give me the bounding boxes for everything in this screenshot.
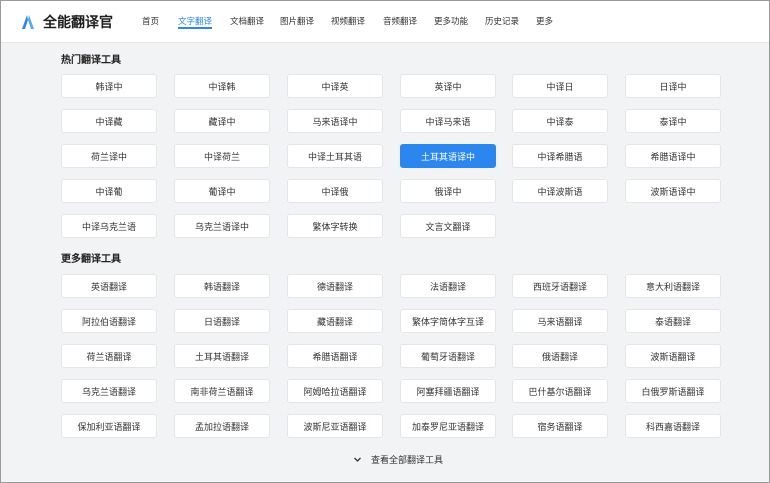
hot-tool-button-9[interactable]: 马来语译中 <box>287 109 383 133</box>
nav-item-8[interactable]: 历史记录 <box>485 15 519 27</box>
hot-tool-button-8[interactable]: 藏译中 <box>174 109 270 133</box>
nav-item-6[interactable]: 音频翻译 <box>383 15 417 27</box>
hot-tool-button-25[interactable]: 中译乌克兰语 <box>61 214 157 238</box>
more-tool-button-4[interactable]: 法语翻译 <box>400 274 496 298</box>
hot-tools-title: 热门翻译工具 <box>61 55 121 66</box>
more-tool-button-1[interactable]: 英语翻译 <box>61 274 157 298</box>
hot-tool-button-11[interactable]: 中译泰 <box>512 109 608 133</box>
more-tool-button-15[interactable]: 希腊语翻译 <box>287 344 383 368</box>
more-tool-button-10[interactable]: 繁体字简体字互译 <box>400 309 496 333</box>
more-tool-button-8[interactable]: 日语翻译 <box>174 309 270 333</box>
nav-item-1[interactable]: 首页 <box>142 15 159 27</box>
more-tool-button-14[interactable]: 土耳其语翻译 <box>174 344 270 368</box>
nav-item-5[interactable]: 视频翻译 <box>331 15 365 27</box>
chevron-down-icon <box>354 457 361 462</box>
view-all-tools-label: 查看全部翻译工具 <box>371 455 444 466</box>
more-tool-button-18[interactable]: 波斯语翻译 <box>625 344 721 368</box>
more-tool-button-25[interactable]: 保加利亚语翻译 <box>61 414 157 438</box>
hot-tool-button-3[interactable]: 中译英 <box>287 74 383 98</box>
hot-tool-button-28[interactable]: 文言文翻译 <box>400 214 496 238</box>
hot-tool-button-22[interactable]: 俄译中 <box>400 179 496 203</box>
hot-tool-button-27[interactable]: 繁体字转换 <box>287 214 383 238</box>
more-tool-button-7[interactable]: 阿拉伯语翻译 <box>61 309 157 333</box>
more-tool-button-27[interactable]: 波斯尼亚语翻译 <box>287 414 383 438</box>
hot-tool-button-7[interactable]: 中译藏 <box>61 109 157 133</box>
hot-tool-button-26[interactable]: 乌克兰语译中 <box>174 214 270 238</box>
more-tool-button-22[interactable]: 阿塞拜疆语翻译 <box>400 379 496 403</box>
top-navigation-bar: 全能翻译官 首页 文字翻译 文档翻译 图片翻译 视频翻译 音频翻译 更多功能 历史记录 更多 <box>1 1 769 43</box>
hot-tool-button-1[interactable]: 韩译中 <box>61 74 157 98</box>
hot-tool-button-5[interactable]: 中译日 <box>512 74 608 98</box>
hot-tool-button-20[interactable]: 葡译中 <box>174 179 270 203</box>
hot-tool-button-6[interactable]: 日译中 <box>625 74 721 98</box>
hot-tool-button-24[interactable]: 波斯语译中 <box>625 179 721 203</box>
hot-tool-button-10[interactable]: 中译马来语 <box>400 109 496 133</box>
nav-item-4[interactable]: 图片翻译 <box>280 15 314 27</box>
more-tool-button-6[interactable]: 意大利语翻译 <box>625 274 721 298</box>
more-tool-button-11[interactable]: 马来语翻译 <box>512 309 608 333</box>
hot-tool-button-4[interactable]: 英译中 <box>400 74 496 98</box>
more-tool-button-13[interactable]: 荷兰语翻译 <box>61 344 157 368</box>
more-tool-button-2[interactable]: 韩语翻译 <box>174 274 270 298</box>
more-tool-button-21[interactable]: 阿姆哈拉语翻译 <box>287 379 383 403</box>
hot-tool-button-23[interactable]: 中译波斯语 <box>512 179 608 203</box>
hot-tool-button-12[interactable]: 泰译中 <box>625 109 721 133</box>
hot-tool-button-16[interactable]: 土耳其语译中 <box>400 144 496 168</box>
more-tools-title: 更多翻译工具 <box>61 254 121 265</box>
more-tool-button-23[interactable]: 巴什基尔语翻译 <box>512 379 608 403</box>
more-tool-button-26[interactable]: 孟加拉语翻译 <box>174 414 270 438</box>
more-tool-button-20[interactable]: 南非荷兰语翻译 <box>174 379 270 403</box>
nav-item-3[interactable]: 文档翻译 <box>230 15 264 27</box>
more-tool-button-17[interactable]: 俄语翻译 <box>512 344 608 368</box>
translator-logo-icon <box>22 15 34 29</box>
nav-item-9[interactable]: 更多 <box>536 15 553 27</box>
nav-item-7[interactable]: 更多功能 <box>434 15 468 27</box>
view-all-tools-link[interactable]: 查看全部翻译工具 <box>353 452 443 466</box>
hot-tool-button-19[interactable]: 中译葡 <box>61 179 157 203</box>
brand-name: 全能翻译官 <box>43 15 113 31</box>
hot-tool-button-2[interactable]: 中译韩 <box>174 74 270 98</box>
hot-tool-button-18[interactable]: 希腊语译中 <box>625 144 721 168</box>
hot-tool-button-13[interactable]: 荷兰译中 <box>61 144 157 168</box>
hot-tool-button-21[interactable]: 中译俄 <box>287 179 383 203</box>
more-tool-button-12[interactable]: 泰语翻译 <box>625 309 721 333</box>
more-tool-button-29[interactable]: 宿务语翻译 <box>512 414 608 438</box>
more-tool-button-9[interactable]: 藏语翻译 <box>287 309 383 333</box>
more-tool-button-3[interactable]: 德语翻译 <box>287 274 383 298</box>
more-tool-button-19[interactable]: 乌克兰语翻译 <box>61 379 157 403</box>
nav-item-2[interactable]: 文字翻译 <box>178 15 212 27</box>
active-nav-underline <box>178 27 212 29</box>
more-tool-button-16[interactable]: 葡萄牙语翻译 <box>400 344 496 368</box>
hot-tool-button-15[interactable]: 中译土耳其语 <box>287 144 383 168</box>
more-tool-button-24[interactable]: 白俄罗斯语翻译 <box>625 379 721 403</box>
more-tool-button-30[interactable]: 科西嘉语翻译 <box>625 414 721 438</box>
more-tool-button-5[interactable]: 西班牙语翻译 <box>512 274 608 298</box>
brand-logo[interactable]: 全能翻译官 <box>21 12 113 32</box>
hot-tool-button-17[interactable]: 中译希腊语 <box>512 144 608 168</box>
more-tool-button-28[interactable]: 加泰罗尼亚语翻译 <box>400 414 496 438</box>
hot-tool-button-14[interactable]: 中译荷兰 <box>174 144 270 168</box>
